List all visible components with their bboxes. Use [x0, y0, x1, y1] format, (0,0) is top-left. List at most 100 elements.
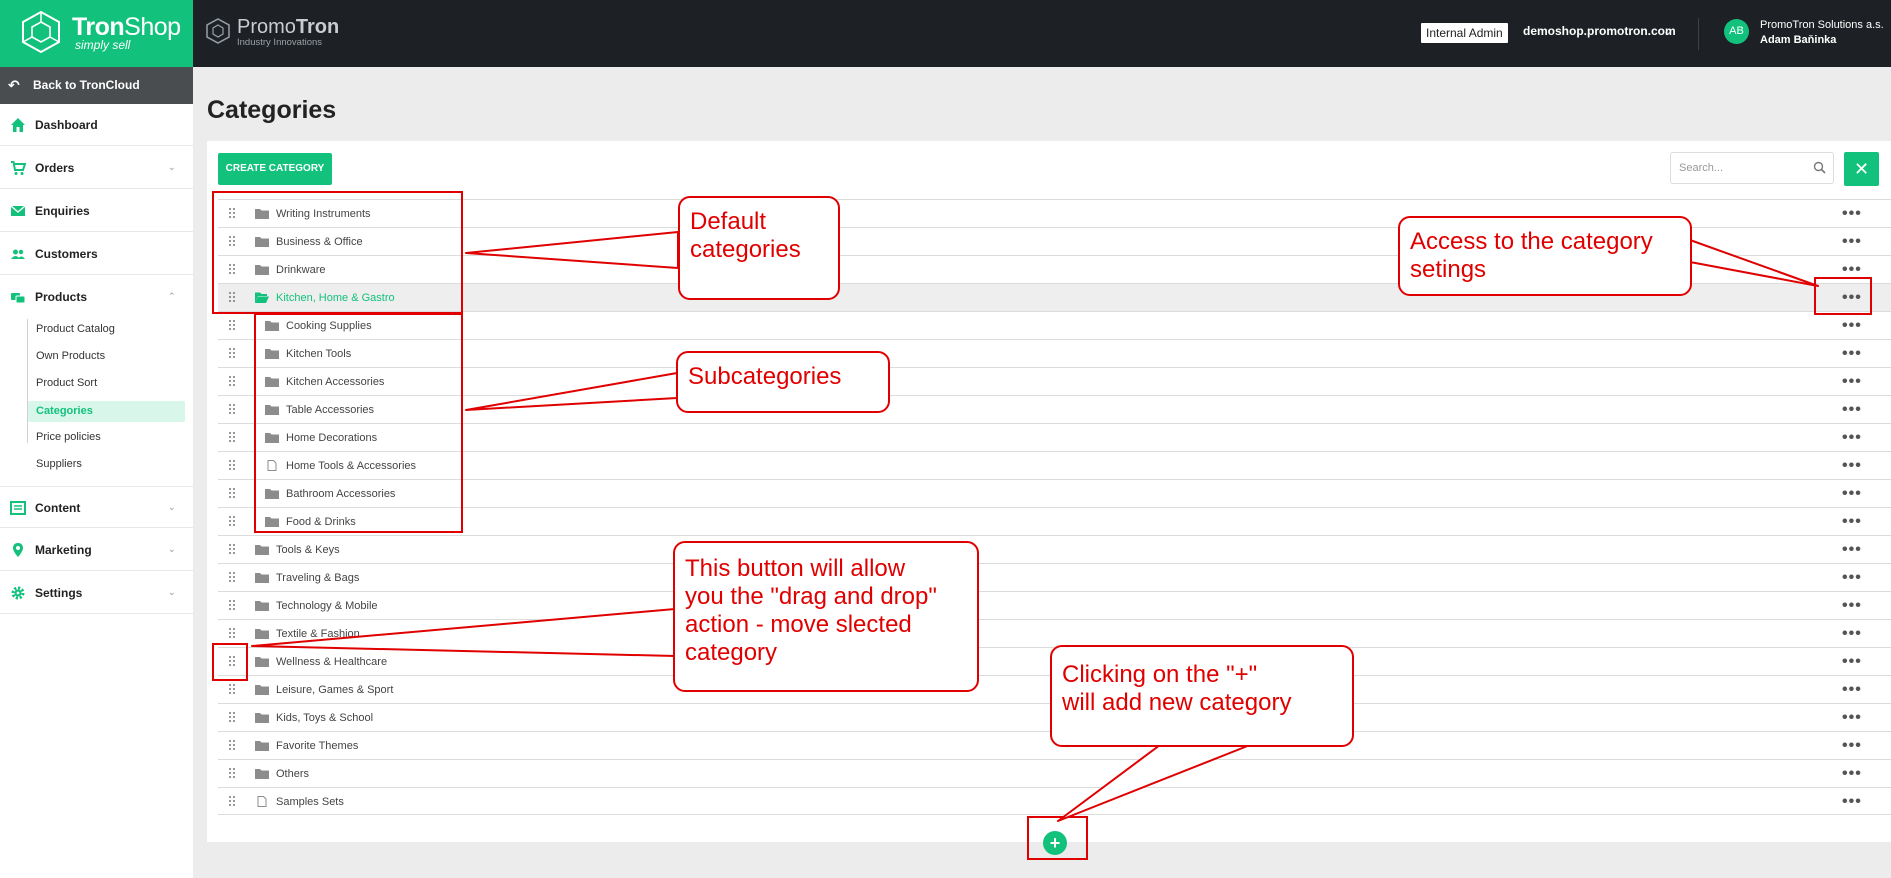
more-options-icon[interactable]: ••• — [1842, 653, 1862, 671]
category-row[interactable]: Tools & Keys ••• — [218, 535, 1891, 563]
more-options-icon[interactable]: ••• — [1842, 709, 1862, 727]
sidebar-item-settings[interactable]: Settings ⌄ — [0, 572, 193, 614]
drag-handle-icon[interactable] — [228, 319, 236, 333]
category-row[interactable]: Traveling & Bags ••• — [218, 563, 1891, 591]
category-label[interactable]: Table Accessories — [286, 404, 374, 416]
more-options-icon[interactable]: ••• — [1842, 485, 1862, 503]
more-options-icon[interactable]: ••• — [1842, 457, 1862, 475]
add-category-button[interactable]: + — [1043, 831, 1067, 855]
category-label[interactable]: Wellness & Healthcare — [276, 656, 387, 668]
more-options-icon[interactable]: ••• — [1842, 401, 1862, 419]
sidebar-subitem-product-sort[interactable]: Product Sort — [28, 373, 185, 394]
drag-handle-icon[interactable] — [228, 655, 236, 669]
more-options-icon[interactable]: ••• — [1842, 261, 1862, 279]
sidebar-subitem-categories[interactable]: Categories — [28, 401, 185, 422]
close-button[interactable]: ✕ — [1844, 152, 1879, 186]
more-options-icon[interactable]: ••• — [1842, 765, 1862, 783]
category-label[interactable]: Business & Office — [276, 236, 363, 248]
category-label[interactable]: Food & Drinks — [286, 516, 356, 528]
tronshop-logo[interactable]: TronShop simply sell — [0, 0, 193, 67]
drag-handle-icon[interactable] — [228, 431, 236, 445]
drag-handle-icon[interactable] — [228, 263, 236, 277]
sidebar-item-orders[interactable]: Orders ⌄ — [0, 147, 193, 189]
more-options-icon[interactable]: ••• — [1842, 597, 1862, 615]
sidebar-item-dashboard[interactable]: Dashboard — [0, 104, 193, 146]
category-label[interactable]: Kids, Toys & School — [276, 712, 373, 724]
category-label[interactable]: Samples Sets — [276, 796, 344, 808]
category-label[interactable]: Bathroom Accessories — [286, 488, 395, 500]
category-row[interactable]: Food & Drinks ••• — [218, 507, 1891, 535]
drag-handle-icon[interactable] — [228, 767, 236, 781]
sidebar-subitem-product-catalog[interactable]: Product Catalog — [28, 319, 185, 340]
category-row[interactable]: Home Decorations ••• — [218, 423, 1891, 451]
drag-handle-icon[interactable] — [228, 403, 236, 417]
sidebar-item-customers[interactable]: Customers — [0, 233, 193, 275]
category-label[interactable]: Traveling & Bags — [276, 572, 359, 584]
category-label[interactable]: Writing Instruments — [276, 208, 371, 220]
more-options-icon[interactable]: ••• — [1842, 681, 1862, 699]
avatar[interactable]: AB — [1724, 19, 1749, 44]
sidebar-subitem-suppliers[interactable]: Suppliers — [28, 454, 185, 475]
category-row[interactable]: Bathroom Accessories ••• — [218, 479, 1891, 507]
drag-handle-icon[interactable] — [228, 459, 236, 473]
category-label[interactable]: Home Decorations — [286, 432, 377, 444]
category-row[interactable]: Home Tools & Accessories ••• — [218, 451, 1891, 479]
more-options-icon[interactable]: ••• — [1842, 513, 1862, 531]
category-row[interactable]: Kitchen Tools ••• — [218, 339, 1891, 367]
drag-handle-icon[interactable] — [228, 739, 236, 753]
more-options-icon[interactable]: ••• — [1842, 345, 1862, 363]
drag-handle-icon[interactable] — [228, 291, 236, 305]
sidebar-item-products[interactable]: Products ⌃ — [0, 276, 193, 318]
category-label[interactable]: Favorite Themes — [276, 740, 358, 752]
more-options-icon[interactable]: ••• — [1842, 205, 1862, 223]
category-label[interactable]: Kitchen Accessories — [286, 376, 384, 388]
category-row[interactable]: Table Accessories ••• — [218, 395, 1891, 423]
create-category-button[interactable]: CREATE CATEGORY — [218, 153, 332, 185]
drag-handle-icon[interactable] — [228, 375, 236, 389]
category-label[interactable]: Textile & Fashion — [276, 628, 360, 640]
category-label[interactable]: Others — [276, 768, 309, 780]
drag-handle-icon[interactable] — [228, 795, 236, 809]
drag-handle-icon[interactable] — [228, 543, 236, 557]
sidebar-item-enquiries[interactable]: Enquiries — [0, 190, 193, 232]
drag-handle-icon[interactable] — [228, 683, 236, 697]
drag-handle-icon[interactable] — [228, 599, 236, 613]
category-label[interactable]: Technology & Mobile — [276, 600, 378, 612]
drag-handle-icon[interactable] — [228, 571, 236, 585]
category-label[interactable]: Drinkware — [276, 264, 326, 276]
more-options-icon[interactable]: ••• — [1842, 625, 1862, 643]
category-label[interactable]: Leisure, Games & Sport — [276, 684, 393, 696]
sidebar-item-marketing[interactable]: Marketing ⌄ — [0, 529, 193, 571]
more-options-icon[interactable]: ••• — [1842, 317, 1862, 335]
category-label[interactable]: Cooking Supplies — [286, 320, 372, 332]
more-options-icon[interactable]: ••• — [1842, 569, 1862, 587]
more-options-icon[interactable]: ••• — [1842, 373, 1862, 391]
category-label[interactable]: Tools & Keys — [276, 544, 340, 556]
category-label[interactable]: Kitchen, Home & Gastro — [276, 292, 395, 304]
more-options-icon[interactable]: ••• — [1842, 429, 1862, 447]
sidebar-subitem-price-policies[interactable]: Price policies — [28, 427, 185, 448]
sidebar-item-content[interactable]: Content ⌄ — [0, 486, 193, 528]
drag-handle-icon[interactable] — [228, 515, 236, 529]
drag-handle-icon[interactable] — [228, 487, 236, 501]
drag-handle-icon[interactable] — [228, 627, 236, 641]
sidebar-subitem-own-products[interactable]: Own Products — [28, 346, 185, 367]
more-options-icon[interactable]: ••• — [1842, 289, 1862, 307]
category-row[interactable]: Technology & Mobile ••• — [218, 591, 1891, 619]
category-row[interactable]: Kitchen Accessories ••• — [218, 367, 1891, 395]
category-label[interactable]: Kitchen Tools — [286, 348, 351, 360]
drag-handle-icon[interactable] — [228, 347, 236, 361]
more-options-icon[interactable]: ••• — [1842, 541, 1862, 559]
category-row[interactable]: Cooking Supplies ••• — [218, 311, 1891, 339]
search-input[interactable] — [1679, 160, 1809, 176]
more-options-icon[interactable]: ••• — [1842, 233, 1862, 251]
more-options-icon[interactable]: ••• — [1842, 737, 1862, 755]
user-name[interactable]: Adam Baňinka — [1760, 34, 1836, 46]
drag-handle-icon[interactable] — [228, 235, 236, 249]
category-row[interactable]: Others ••• — [218, 759, 1891, 787]
category-row[interactable]: Textile & Fashion ••• — [218, 619, 1891, 647]
more-options-icon[interactable]: ••• — [1842, 793, 1862, 811]
domain-selector[interactable]: demoshop.promotron.com — [1523, 24, 1676, 38]
category-label[interactable]: Home Tools & Accessories — [286, 460, 416, 472]
category-row[interactable]: Samples Sets ••• — [218, 787, 1891, 815]
